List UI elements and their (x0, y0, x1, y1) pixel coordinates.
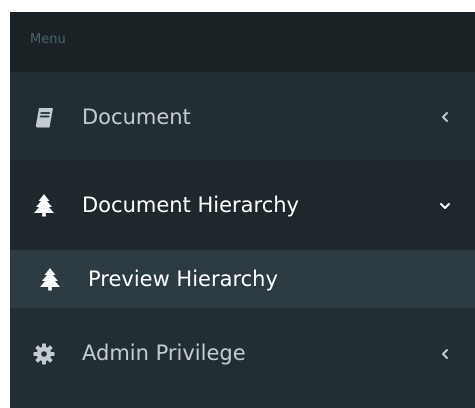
menu-header-label: Menu (30, 32, 66, 47)
sidebar-item-label: Document (82, 105, 191, 129)
sidebar-menu: Menu Document Document Hierarchy Preview… (10, 12, 475, 408)
chevron-left-icon (438, 110, 452, 124)
sidebar-item-label: Admin Privilege (82, 341, 246, 365)
tree-icon (38, 267, 62, 291)
gear-icon (32, 342, 56, 366)
sidebar-item-label: Document Hierarchy (82, 193, 299, 217)
submenu-item-preview-hierarchy[interactable]: Preview Hierarchy (10, 250, 475, 308)
sidebar-item-admin-privilege[interactable]: Admin Privilege (10, 308, 475, 408)
sidebar-item-document-hierarchy[interactable]: Document Hierarchy (10, 160, 475, 250)
chevron-left-icon (438, 347, 452, 361)
menu-header: Menu (10, 12, 475, 72)
tree-icon (32, 193, 56, 217)
sidebar-item-document[interactable]: Document (10, 72, 475, 160)
book-icon (32, 105, 56, 129)
submenu-item-label: Preview Hierarchy (88, 267, 278, 291)
chevron-down-icon (438, 199, 452, 213)
